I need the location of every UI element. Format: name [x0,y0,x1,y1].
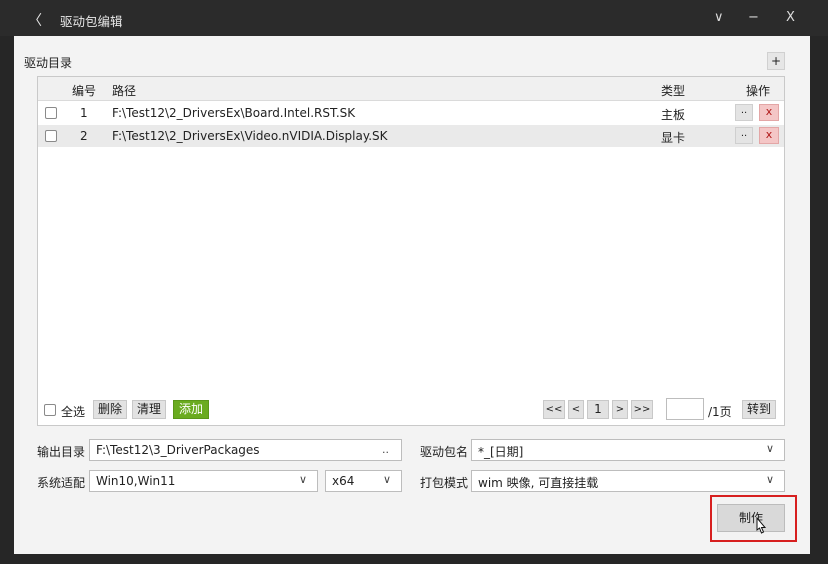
goto-page-button[interactable]: 转到 [742,400,776,419]
add-entry-button[interactable]: + [767,52,785,70]
clear-button[interactable]: 清理 [132,400,166,419]
window-title: 驱动包编辑 [60,14,123,29]
arch-value: x64 [332,474,355,488]
table-row[interactable]: 1 F:\Test12\2_DriversEx\Board.Intel.RST.… [38,102,784,124]
select-all-checkbox[interactable] [44,404,56,416]
table-row[interactable]: 2 F:\Test12\2_DriversEx\Video.nVIDIA.Dis… [38,125,784,147]
minimize-icon[interactable]: − [748,10,759,25]
pack-mode-label: 打包模式 [420,476,469,490]
prev-page-button[interactable]: < [568,400,584,419]
row-path: F:\Test12\2_DriversEx\Video.nVIDIA.Displ… [112,129,388,143]
output-dir-value: F:\Test12\3_DriverPackages [96,443,260,457]
title-bar: 〈 驱动包编辑 ∨ − X [0,0,828,36]
row-browse-button[interactable]: .. [735,127,753,144]
system-label: 系统适配 [37,476,86,490]
row-checkbox[interactable] [45,130,57,142]
row-type: 显卡 [661,131,686,145]
collapse-chevron-icon[interactable]: ∨ [714,10,724,25]
output-dir-label: 输出目录 [37,445,86,459]
row-browse-button[interactable]: .. [735,104,753,121]
close-icon[interactable]: X [786,10,795,25]
row-checkbox[interactable] [45,107,57,119]
row-remove-button[interactable]: x [759,104,779,121]
row-remove-button[interactable]: x [759,127,779,144]
last-page-button[interactable]: >> [631,400,653,419]
header-type: 类型 [661,84,686,98]
chevron-down-icon[interactable]: ∨ [766,442,774,455]
first-page-button[interactable]: << [543,400,565,419]
system-select[interactable]: Win10,Win11 ∨ [89,470,318,492]
chevron-down-icon[interactable]: ∨ [299,473,307,486]
header-index: 编号 [72,84,97,98]
chevron-down-icon[interactable]: ∨ [766,473,774,486]
current-page: 1 [587,400,609,419]
header-actions: 操作 [746,84,771,98]
page-total: /1页 [708,405,732,419]
driver-list: 编号 路径 类型 操作 1 F:\Test12\2_DriversEx\Boar… [37,76,785,426]
row-index: 2 [80,129,88,143]
header-path: 路径 [112,84,137,98]
arch-select[interactable]: x64 ∨ [325,470,402,492]
select-all-label[interactable]: 全选 [61,403,85,420]
package-name-value: *_[日期] [478,445,524,459]
package-name-field[interactable]: *_[日期] ∨ [471,439,785,461]
row-type: 主板 [661,108,686,122]
delete-button[interactable]: 删除 [93,400,127,419]
row-index: 1 [80,106,88,120]
pack-mode-select[interactable]: wim 映像, 可直接挂载 ∨ [471,470,785,492]
pack-mode-value: wim 映像, 可直接挂载 [478,476,599,490]
output-dir-field[interactable]: F:\Test12\3_DriverPackages .. [89,439,402,461]
add-button[interactable]: 添加 [173,400,209,419]
system-value: Win10,Win11 [96,474,176,488]
list-header: 编号 路径 类型 操作 [38,77,784,101]
package-name-label: 驱动包名 [420,445,469,459]
next-page-button[interactable]: > [612,400,628,419]
catalog-label: 驱动目录 [24,56,73,70]
page-number-input[interactable] [666,398,704,420]
back-icon[interactable]: 〈 [28,10,42,30]
row-path: F:\Test12\2_DriversEx\Board.Intel.RST.SK [112,106,356,120]
mouse-cursor-icon [756,517,767,534]
app-window: 〈 驱动包编辑 ∨ − X 驱动目录 + 编号 路径 类型 操作 1 F:\Te… [0,0,828,564]
output-dir-browse-button[interactable]: .. [382,443,389,456]
chevron-down-icon[interactable]: ∨ [383,473,391,486]
